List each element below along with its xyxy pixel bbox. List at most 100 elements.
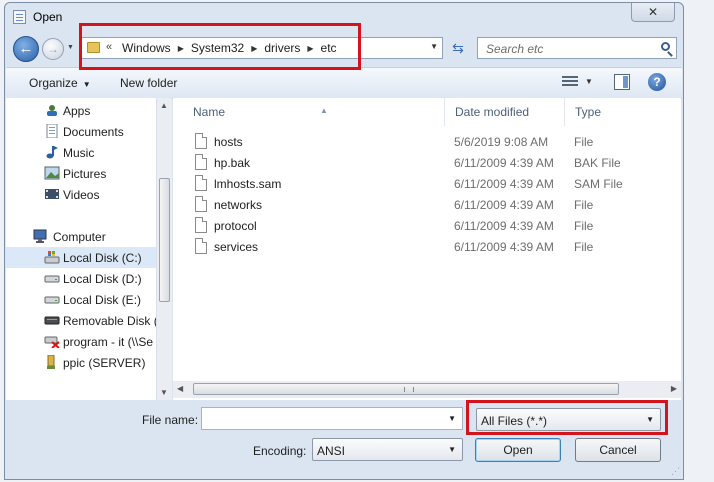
file-date: 5/6/2019 9:08 AM: [454, 135, 549, 149]
view-options-icon[interactable]: [562, 76, 578, 88]
organize-button[interactable]: Organize ▼: [29, 76, 91, 90]
sidebar-item-pictures[interactable]: Pictures: [6, 163, 156, 184]
file-list-scrollbar[interactable]: ◀ ▶: [173, 381, 681, 398]
sidebar-item-computer[interactable]: Computer: [6, 226, 156, 247]
file-list: ▲ Name Date modified Type hosts 5/6/2019…: [173, 98, 681, 400]
encoding-label: Encoding:: [253, 444, 307, 458]
removable-drive-icon: [44, 316, 60, 325]
scrollbar-thumb[interactable]: [193, 383, 619, 395]
file-icon: [195, 217, 207, 233]
open-button[interactable]: Open: [475, 438, 561, 462]
file-icon: [195, 196, 207, 212]
scroll-down-icon[interactable]: ▼: [160, 388, 168, 397]
address-dropdown-icon[interactable]: ▼: [430, 42, 438, 51]
history-dropdown-icon[interactable]: ▼: [67, 44, 74, 51]
column-header-type[interactable]: Type: [565, 98, 675, 126]
file-name-combobox[interactable]: ▼: [201, 407, 463, 430]
sidebar-item-label: Removable Disk (: [63, 314, 158, 328]
sidebar-item-local-disk-c[interactable]: Local Disk (C:): [6, 247, 156, 268]
encoding-dropdown[interactable]: ANSI ▼: [312, 438, 463, 461]
table-row[interactable]: networks 6/11/2009 4:39 AM File: [173, 194, 673, 215]
sidebar-item-label: Computer: [53, 230, 106, 244]
view-dropdown-icon[interactable]: ▼: [585, 77, 593, 86]
file-name: protocol: [214, 219, 257, 233]
grip-icon: [404, 387, 414, 392]
sidebar-item-label: ppic (SERVER): [63, 356, 146, 370]
file-icon: [195, 175, 207, 191]
window-title: Open: [33, 10, 63, 24]
videos-icon: [45, 189, 59, 199]
table-row[interactable]: hosts 5/6/2019 9:08 AM File: [173, 131, 673, 152]
chevron-down-icon[interactable]: ▼: [448, 414, 456, 423]
chevron-down-icon[interactable]: ▼: [448, 445, 456, 454]
file-name: lmhosts.sam: [214, 177, 282, 191]
sidebar-item-program-it[interactable]: program - it (\\Se: [6, 331, 156, 352]
sidebar-item-label: Pictures: [63, 167, 107, 181]
notepad-icon: [13, 10, 26, 24]
encoding-value: ANSI: [317, 444, 346, 458]
close-button[interactable]: ✕: [631, 3, 675, 22]
command-bar: Organize ▼ New folder ▼ ?: [6, 67, 682, 99]
scroll-up-icon[interactable]: ▲: [160, 101, 168, 110]
address-highlight-box: [79, 23, 361, 70]
cancel-button[interactable]: Cancel: [575, 438, 661, 462]
music-icon: [46, 146, 58, 159]
drive-icon: [44, 275, 60, 283]
preview-pane-icon[interactable]: [614, 74, 630, 90]
new-folder-button[interactable]: New folder: [120, 76, 177, 90]
table-row[interactable]: lmhosts.sam 6/11/2009 4:39 AM SAM File: [173, 173, 673, 194]
help-icon[interactable]: ?: [648, 73, 666, 91]
table-row[interactable]: protocol 6/11/2009 4:39 AM File: [173, 215, 673, 236]
disconnected-network-drive-icon: [44, 336, 60, 348]
file-icon: [195, 133, 207, 149]
sidebar-item-removable-disk[interactable]: Removable Disk (: [6, 310, 158, 331]
file-name: services: [214, 240, 259, 254]
navigation-pane: Apps Documents Music Pictures Videos Com…: [6, 98, 172, 400]
sidebar-item-music[interactable]: Music: [6, 142, 156, 163]
file-type: BAK File: [574, 156, 621, 170]
sidebar-item-local-disk-e[interactable]: Local Disk (E:): [6, 289, 156, 310]
scroll-left-icon[interactable]: ◀: [177, 384, 183, 393]
file-date: 6/11/2009 4:39 AM: [454, 156, 554, 170]
file-date: 6/11/2009 4:39 AM: [454, 240, 554, 254]
sidebar-item-label: Apps: [63, 104, 91, 118]
column-header-date[interactable]: Date modified: [445, 98, 565, 126]
forward-button[interactable]: →: [42, 38, 64, 60]
resize-grip-icon[interactable]: ⋰: [671, 466, 680, 477]
search-input[interactable]: [484, 40, 653, 58]
file-date: 6/11/2009 4:39 AM: [454, 177, 554, 191]
refresh-button[interactable]: ⇆: [447, 38, 469, 58]
sidebar-item-label: Local Disk (D:): [63, 272, 142, 286]
network-drive-icon: [47, 355, 55, 369]
sidebar-item-label: Videos: [63, 188, 100, 202]
file-name-input[interactable]: [206, 411, 440, 427]
file-type: SAM File: [574, 177, 623, 191]
sidebar-item-local-disk-d[interactable]: Local Disk (D:): [6, 268, 156, 289]
drive-icon: [44, 296, 60, 304]
search-icon[interactable]: [661, 42, 670, 51]
chevron-down-icon: ▼: [82, 80, 91, 89]
sidebar-item-ppic-server[interactable]: ppic (SERVER): [6, 352, 156, 373]
sidebar-item-label: Music: [63, 146, 95, 160]
pictures-icon: [44, 166, 60, 180]
sidebar-item-videos[interactable]: Videos: [6, 184, 156, 205]
column-header-name[interactable]: ▲ Name: [183, 98, 445, 126]
scrollbar-thumb[interactable]: [159, 178, 170, 302]
navigation-pane-scrollbar[interactable]: ▲ ▼: [156, 98, 172, 400]
computer-icon: [33, 229, 47, 243]
sidebar-item-documents[interactable]: Documents: [6, 121, 156, 142]
organize-label: Organize: [29, 76, 78, 90]
sidebar-item-apps[interactable]: Apps: [6, 100, 156, 121]
back-button[interactable]: ←: [13, 36, 39, 62]
sidebar-item-label: Local Disk (E:): [63, 293, 142, 307]
search-box[interactable]: [477, 37, 677, 59]
table-row[interactable]: services 6/11/2009 4:39 AM File: [173, 236, 673, 257]
table-row[interactable]: hp.bak 6/11/2009 4:39 AM BAK File: [173, 152, 673, 173]
sidebar-item-label: Local Disk (C:): [63, 251, 142, 265]
file-type: File: [574, 219, 594, 233]
windows-drive-icon: [44, 251, 60, 264]
column-name-label: Name: [193, 105, 226, 119]
scroll-right-icon[interactable]: ▶: [671, 384, 677, 393]
sidebar-item-label: Documents: [63, 125, 124, 139]
file-icon: [195, 238, 207, 254]
